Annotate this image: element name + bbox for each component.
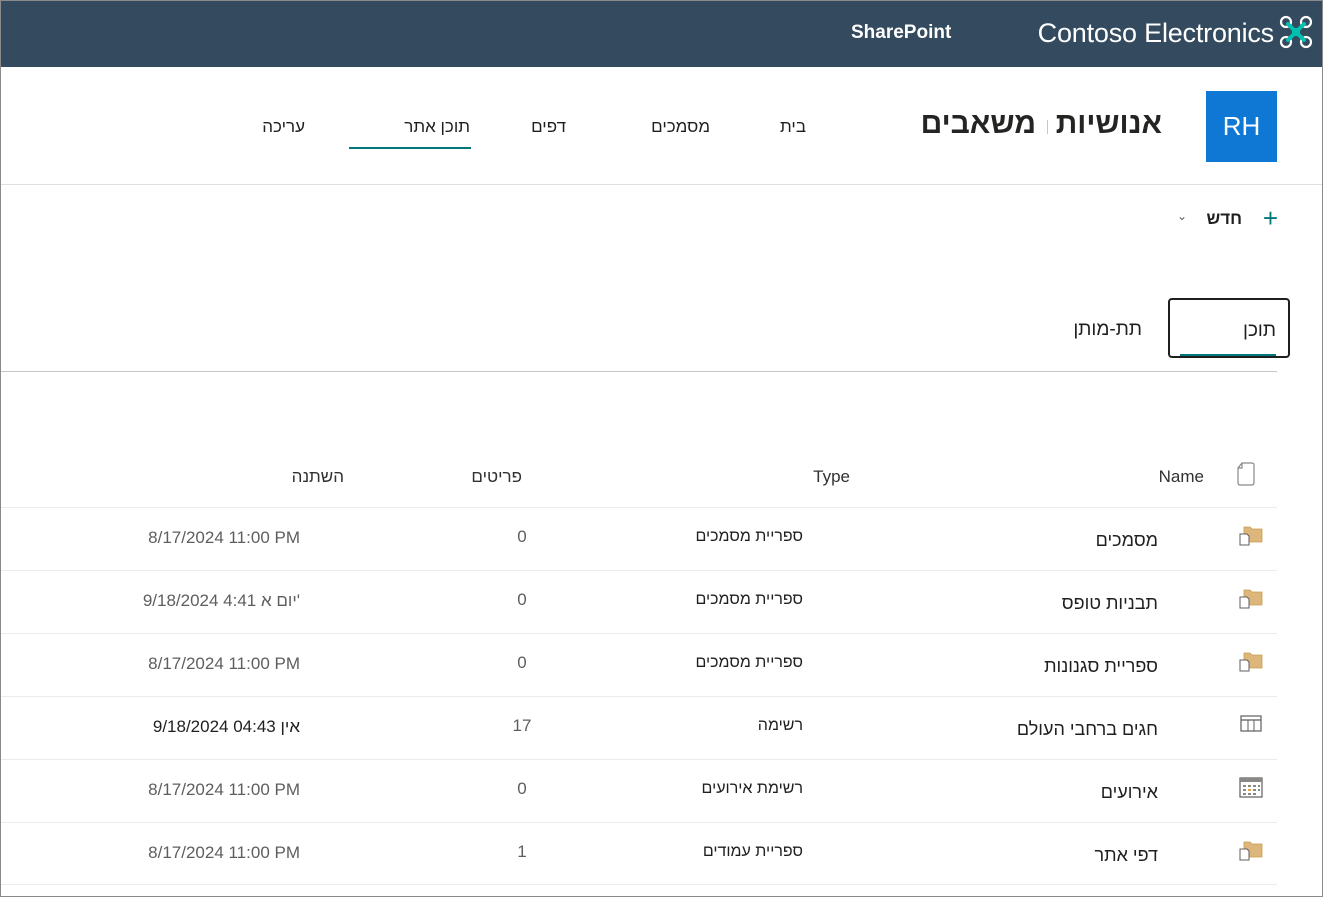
tab-contents-label: תוכן [1243, 320, 1276, 341]
document-library-icon [1239, 652, 1263, 672]
tab-contents[interactable]: תוכן [1168, 298, 1290, 358]
row-name[interactable]: ספריית סגנונות [1044, 656, 1158, 677]
nav-edit[interactable]: עריכה [262, 117, 305, 137]
row-name[interactable]: אירועים [1101, 782, 1158, 803]
suite-bar: SharePoint Contoso Electronics [1, 1, 1322, 67]
row-items: 1 [517, 842, 527, 861]
document-library-icon [1239, 526, 1263, 546]
tab-subsites[interactable]: תת-מותן [1073, 319, 1142, 341]
column-header-modified[interactable]: השתנה [292, 467, 344, 487]
site-logo[interactable]: RH [1206, 91, 1277, 162]
nav-home[interactable]: בית [780, 117, 806, 137]
new-button[interactable]: + חדש ⌄ [1177, 203, 1281, 233]
row-type: ספריית מסמכים [695, 654, 803, 671]
row-modified: 9/18/2024 4:41 יום א' [142, 591, 300, 610]
row-items: 0 [517, 779, 527, 798]
row-type: ספריית עמודים [702, 843, 803, 860]
list-icon [1240, 715, 1262, 732]
row-modified: 8/17/2024 11:00 PM [148, 780, 300, 799]
row-modified: 9/18/2024 אין 04:43 [152, 717, 300, 736]
title-divider [1047, 120, 1048, 134]
tab-selected-indicator [1180, 354, 1276, 356]
column-header-name[interactable]: Name [1159, 467, 1204, 487]
row-type: ספריית מסמכים [695, 591, 803, 608]
row-name[interactable]: דפי אתר [1095, 845, 1158, 866]
nav-documents[interactable]: מסמכים [651, 117, 710, 137]
sharepoint-window: SharePoint Contoso Electronics RH אנושיו… [0, 0, 1323, 897]
calendar-icon [1239, 777, 1263, 798]
table-row[interactable]: חגים ברחבי העולם רשימה 17 9/18/2024 אין … [1, 696, 1277, 759]
row-name[interactable]: מסמכים [1096, 530, 1158, 551]
row-items: 17 [512, 716, 532, 735]
row-modified: 8/17/2024 11:00 PM [148, 843, 300, 862]
nav-pages[interactable]: דפים [531, 117, 566, 137]
document-library-icon [1239, 841, 1263, 861]
row-items: 0 [517, 527, 527, 546]
row-type: רשימה [757, 717, 803, 734]
chevron-down-icon[interactable]: ⌄ [1177, 209, 1187, 223]
row-items: 0 [517, 590, 527, 609]
brand-name[interactable]: Contoso Electronics [1038, 18, 1275, 49]
site-title-secondary[interactable]: משאבים [921, 107, 1036, 141]
app-name[interactable]: SharePoint [851, 22, 951, 44]
column-header-type[interactable]: Type [813, 467, 850, 487]
row-type: רשימת אירועים [701, 780, 803, 797]
site-title[interactable]: אנושיות [1056, 107, 1162, 141]
pivot-divider [1, 371, 1277, 372]
row-name[interactable]: חגים ברחבי העולם [1017, 719, 1158, 740]
table-row[interactable]: תבניות טופס ספריית מסמכים 0 9/18/2024 4:… [1, 570, 1277, 633]
table-row[interactable]: דפי אתר ספריית עמודים 1 8/17/2024 11:00 … [1, 822, 1277, 885]
row-type: ספריית מסמכים [695, 528, 803, 545]
new-button-label: חדש [1206, 209, 1243, 228]
row-name[interactable]: תבניות טופס [1062, 593, 1158, 614]
table-row[interactable]: מסמכים ספריית מסמכים 0 8/17/2024 11:00 P… [1, 507, 1277, 570]
plus-icon: + [1262, 203, 1278, 233]
site-header: RH אנושיות משאבים בית מסמכים דפים תוכן א… [1, 67, 1322, 185]
nav-selected-indicator [349, 147, 471, 149]
nav-site-contents[interactable]: תוכן אתר [404, 117, 470, 137]
column-header-items[interactable]: פריטים [471, 467, 522, 487]
table-row[interactable]: אירועים רשימת אירועים 0 8/17/2024 11:00 … [1, 759, 1277, 822]
row-modified: 8/17/2024 11:00 PM [148, 654, 300, 673]
row-items: 0 [517, 653, 527, 672]
drone-logo-icon[interactable] [1279, 14, 1313, 50]
row-modified: 8/17/2024 11:00 PM [148, 528, 300, 547]
file-type-icon[interactable] [1237, 462, 1257, 486]
document-library-icon [1239, 589, 1263, 609]
table-row[interactable]: ספריית סגנונות ספריית מסמכים 0 8/17/2024… [1, 633, 1277, 696]
